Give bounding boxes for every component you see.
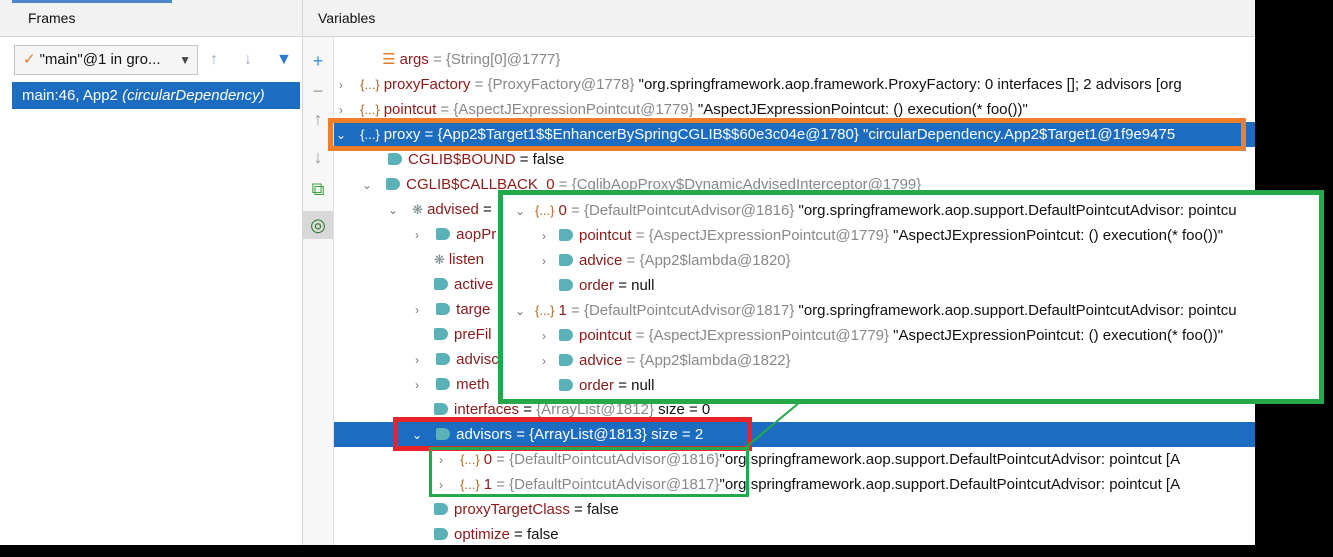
expand-arrow-icon[interactable]: › (537, 249, 551, 274)
zoom-row-advisor-1[interactable]: ⌄ {...} 1 = {DefaultPointcutAdvisor@1817} … (513, 298, 1237, 323)
zoom-row-pointcut-1[interactable]: › pointcut = {AspectJExpressionPointcut@1… (537, 323, 1223, 348)
zoom-row-order-0[interactable]: order = null (559, 273, 654, 298)
object-icon: {...} (535, 203, 555, 218)
zoom-row-advice-1[interactable]: › advice = {App2$lambda@1822} (537, 348, 791, 373)
field-icon (559, 354, 573, 366)
zoom-row-order-1[interactable]: order = null (559, 373, 654, 398)
field-icon (559, 254, 573, 266)
expand-arrow-icon[interactable]: › (537, 324, 551, 349)
expand-arrow-icon[interactable]: › (537, 349, 551, 374)
expand-arrow-icon[interactable]: › (537, 224, 551, 249)
zoom-row-pointcut-0[interactable]: › pointcut = {AspectJExpressionPointcut@1… (537, 223, 1223, 248)
collapse-arrow-icon[interactable]: ⌄ (513, 199, 527, 224)
zoom-row-advice-0[interactable]: › advice = {App2$lambda@1820} (537, 248, 791, 273)
zoom-row-advisor-0[interactable]: ⌄ {...} 0 = {DefaultPointcutAdvisor@1816} … (513, 198, 1237, 223)
field-icon (559, 229, 573, 241)
field-icon (559, 329, 573, 341)
field-icon (559, 279, 573, 291)
object-icon: {...} (535, 303, 555, 318)
zoom-callout: ⌄ {...} 0 = {DefaultPointcutAdvisor@1816} … (498, 190, 1324, 404)
collapse-arrow-icon[interactable]: ⌄ (513, 299, 527, 324)
field-icon (559, 379, 573, 391)
